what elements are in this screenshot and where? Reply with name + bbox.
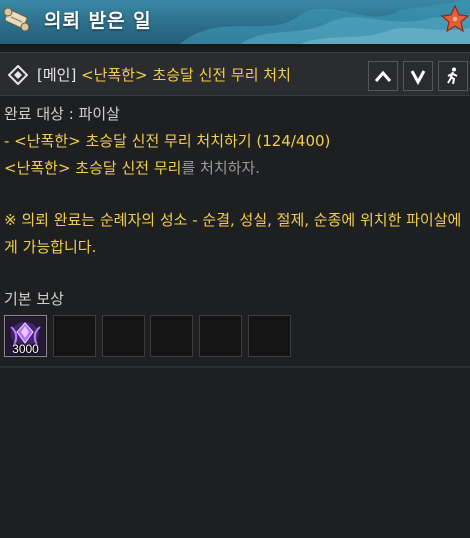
empty-reward-slot [53, 315, 96, 357]
empty-reward-slot [102, 315, 145, 357]
empty-reward-slot [199, 315, 242, 357]
auto-move-button[interactable] [438, 61, 468, 91]
starfish-icon[interactable] [440, 3, 470, 35]
window-header: 의뢰 받은 일 [0, 0, 470, 44]
quest-tag: [메인] [37, 66, 77, 84]
quest-diamond-icon [8, 65, 28, 85]
objective-highlight: <난폭한> 초승달 신전 무리 [4, 159, 182, 177]
objective-rest: 를 처치하자. [181, 159, 260, 177]
move-up-button[interactable] [368, 61, 398, 91]
empty-reward-slot [248, 315, 291, 357]
window-title: 의뢰 받은 일 [44, 10, 152, 32]
objective-progress: - <난폭한> 초승달 신전 무리 처치하기 (124/400) [4, 132, 331, 150]
quest-name: <난폭한> 초승달 신전 무리 처치 [81, 66, 291, 84]
move-down-button[interactable] [403, 61, 433, 91]
running-person-icon [447, 67, 458, 85]
quest-row[interactable]: [메인] <난폭한> 초승달 신전 무리 처치 [0, 52, 470, 96]
completion-target: 완료 대상 : 파이살 [4, 105, 120, 123]
completion-note: ※ 의뢰 완료는 순례자의 성소 - 순결, 성실, 절제, 순종에 위치한 파… [4, 211, 462, 256]
section-divider [0, 366, 470, 368]
header-divider [0, 44, 470, 52]
scroll-icon [3, 7, 30, 32]
chevron-down-icon [410, 70, 426, 85]
reward-count: 3000 [12, 342, 39, 356]
chevron-up-icon [374, 70, 392, 82]
reward-slot[interactable]: 3000 [4, 315, 47, 357]
quest-title: [메인] <난폭한> 초승달 신전 무리 처치 [37, 64, 291, 85]
reward-label: 기본 보상 [4, 290, 64, 308]
empty-reward-slot [150, 315, 193, 357]
objective-description: <난폭한> 초승달 신전 무리를 처치하자. [4, 157, 260, 178]
